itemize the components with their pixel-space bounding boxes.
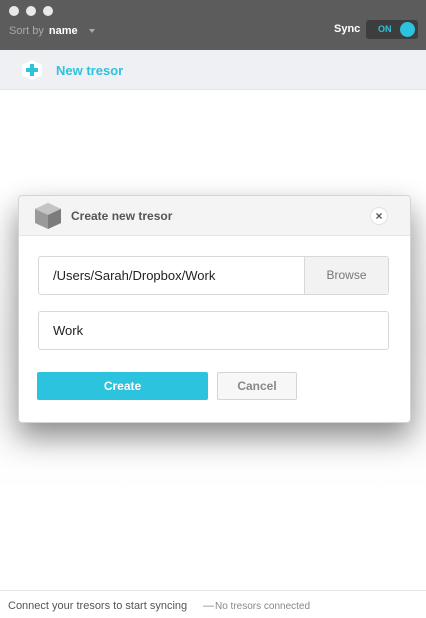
tresor-name-input[interactable]: Work: [38, 311, 389, 350]
cancel-button[interactable]: Cancel: [217, 372, 297, 400]
close-icon[interactable]: ×: [370, 207, 388, 225]
folder-path-input[interactable]: /Users/Sarah/Dropbox/Work Browse: [38, 256, 389, 295]
plus-icon: [22, 60, 42, 80]
tresor-name-value: Work: [53, 323, 84, 338]
zoom-window-button[interactable]: [43, 6, 53, 16]
cube-icon: [34, 202, 62, 235]
sort-by-value: name: [48, 25, 78, 37]
title-bar: Sort by name Sync ON: [0, 0, 426, 50]
toggle-knob: [400, 22, 415, 37]
status-message: Connect your tresors to start syncing: [8, 600, 188, 612]
create-button[interactable]: Create: [37, 372, 208, 400]
new-tresor-button[interactable]: New tresor: [56, 63, 123, 78]
app-window: Sort by name Sync ON New tresor Create n…: [0, 0, 426, 618]
dialog-header: Create new tresor ×: [19, 196, 410, 236]
sync-toggle-state: ON: [378, 24, 392, 34]
status-separator: —: [203, 600, 214, 612]
folder-path-value: /Users/Sarah/Dropbox/Work: [53, 268, 216, 283]
chevron-down-icon: [88, 29, 95, 34]
browse-button[interactable]: Browse: [304, 257, 388, 294]
sort-by-label: Sort by: [9, 25, 44, 37]
sync-label: Sync: [334, 23, 361, 35]
dialog-title: Create new tresor: [71, 209, 173, 223]
sort-by-dropdown[interactable]: Sort by name: [9, 25, 95, 37]
status-bar: Connect your tresors to start syncing — …: [0, 590, 426, 618]
connection-status: No tresors connected: [215, 601, 311, 612]
create-tresor-dialog: Create new tresor × /Users/Sarah/Dropbox…: [18, 195, 411, 423]
close-window-button[interactable]: [9, 6, 19, 16]
sync-toggle[interactable]: ON: [366, 20, 418, 39]
minimize-window-button[interactable]: [26, 6, 36, 16]
